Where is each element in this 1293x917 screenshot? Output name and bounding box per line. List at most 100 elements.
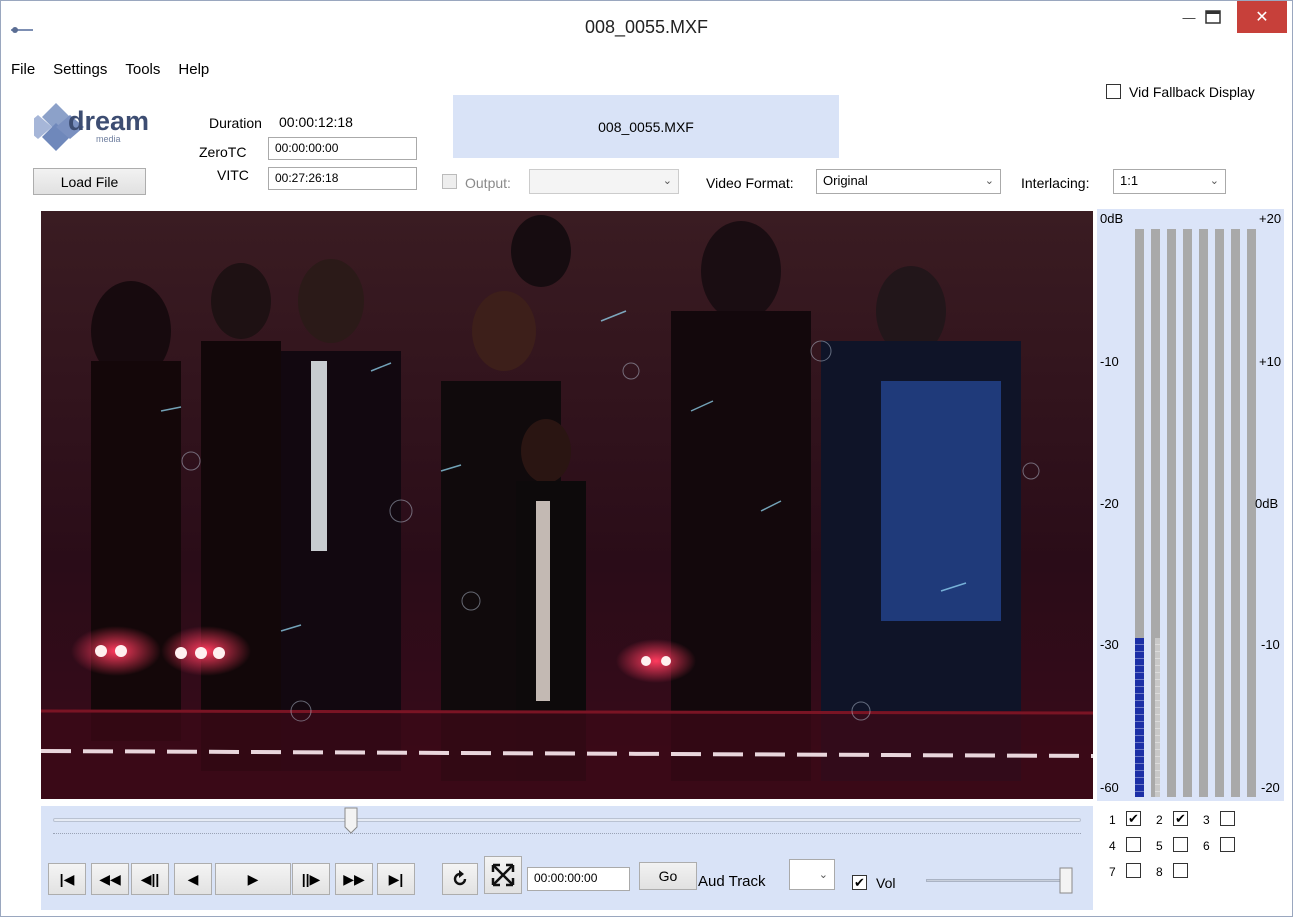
logo-text: dream (68, 106, 149, 136)
channel-1-checkbox[interactable]: ✔ (1126, 811, 1141, 826)
zerotc-label: ZeroTC (199, 144, 247, 160)
video-format-select[interactable]: Original ⌄ (816, 169, 1001, 194)
position-slider-ticks (53, 833, 1081, 837)
meter-level-fill (1135, 638, 1144, 797)
chevron-down-icon: ⌄ (1209, 175, 1219, 187)
close-icon: ✕ (1255, 9, 1269, 26)
menu-settings[interactable]: Settings (44, 57, 116, 83)
channel-8-checkbox[interactable] (1173, 863, 1188, 878)
channel-num: 8 (1156, 865, 1163, 879)
channel-3-checkbox[interactable] (1220, 811, 1235, 826)
title-bar: 008_0055.MXF — ✕ (1, 1, 1292, 53)
meter-channel-bar (1215, 229, 1224, 797)
vid-fallback-checkbox[interactable] (1106, 84, 1121, 99)
volume-slider-thumb[interactable] (1059, 867, 1073, 894)
meter-right-label: +10 (1259, 354, 1282, 369)
position-slider-track[interactable] (53, 818, 1081, 822)
meter-channel-bar (1183, 229, 1192, 797)
meter-left-label: -10 (1100, 354, 1119, 369)
channel-6-checkbox[interactable] (1220, 837, 1235, 852)
fast-forward-icon: ▶▶ (343, 870, 365, 887)
meter-left-label: -30 (1100, 637, 1119, 652)
video-preview[interactable] (41, 211, 1093, 799)
maximize-button[interactable] (1191, 1, 1235, 33)
go-button[interactable]: Go (639, 862, 697, 890)
skip-end-icon: ▶| (388, 870, 404, 887)
video-frame-image (41, 211, 1093, 799)
duration-value: 00:00:12:18 (279, 114, 353, 130)
chevron-down-icon: ⌄ (818, 869, 828, 881)
channel-num: 3 (1203, 813, 1210, 827)
step-back-button[interactable]: ◀|| (131, 863, 169, 895)
menu-file[interactable]: File (1, 57, 44, 83)
load-file-button[interactable]: Load File (33, 168, 146, 195)
duration-label: Duration (209, 115, 262, 131)
fullscreen-button[interactable] (484, 856, 522, 894)
logo-subtext: media (96, 134, 121, 144)
rewind-icon: ◀◀ (99, 870, 121, 887)
video-format-label: Video Format: (706, 175, 794, 191)
channel-num: 7 (1109, 865, 1116, 879)
meter-right-label: -20 (1261, 780, 1280, 795)
meter-right-label: +20 (1259, 211, 1282, 226)
goto-timecode-field[interactable]: 00:00:00:00 (527, 867, 630, 891)
window-title: 008_0055.MXF (584, 17, 709, 37)
channel-4-checkbox[interactable] (1126, 837, 1141, 852)
maximize-icon (1205, 10, 1221, 24)
meter-left-label: -60 (1100, 780, 1119, 795)
meter-channel-bar (1231, 229, 1240, 797)
file-name-text: 008_0055.MXF (598, 118, 694, 135)
logo-mark: dream media (24, 103, 149, 151)
chevron-down-icon: ⌄ (662, 175, 672, 187)
meter-channel-bar (1199, 229, 1208, 797)
zerotc-field[interactable]: 00:00:00:00 (268, 137, 417, 160)
step-forward-button[interactable]: ||▶ (292, 863, 330, 895)
close-button[interactable]: ✕ (1237, 1, 1287, 33)
vol-label: Vol (876, 875, 896, 891)
play-icon: ▶ (247, 870, 259, 887)
aud-track-select[interactable]: ⌄ (789, 859, 835, 890)
volume-slider-track[interactable] (926, 879, 1066, 882)
meter-left-label: -20 (1100, 496, 1119, 511)
meter-level-fill (1155, 638, 1160, 797)
channel-num: 2 (1156, 813, 1163, 827)
channel-5-checkbox[interactable] (1173, 837, 1188, 852)
first-frame-button[interactable]: |◀ (48, 863, 86, 895)
meter-right-label: -10 (1261, 637, 1280, 652)
loop-button[interactable] (442, 863, 478, 895)
fast-forward-button[interactable]: ▶▶ (335, 863, 373, 895)
chevron-down-icon: ⌄ (984, 175, 994, 187)
menu-bar: File Settings Tools Help (1, 57, 218, 83)
back-icon: ◀ (187, 870, 199, 887)
xdream-logo: dream media (24, 97, 164, 159)
expand-icon (491, 863, 515, 887)
channel-num: 4 (1109, 839, 1116, 853)
aud-track-label: Aud Track (698, 873, 766, 890)
rewind-button[interactable]: ◀◀ (91, 863, 129, 895)
play-button[interactable]: ▶ (215, 863, 291, 895)
channel-2-checkbox[interactable]: ✔ (1173, 811, 1188, 826)
menu-help[interactable]: Help (169, 57, 218, 83)
skip-start-icon: |◀ (59, 870, 75, 887)
step-back-icon: ◀|| (140, 870, 160, 887)
meter-channel-bar (1167, 229, 1176, 797)
interlacing-select[interactable]: 1:1 ⌄ (1113, 169, 1226, 194)
app-window: 008_0055.MXF — ✕ File Settings Tools Hel… (0, 0, 1293, 917)
loop-icon (453, 870, 467, 886)
position-slider-thumb[interactable] (344, 807, 358, 834)
output-checkbox[interactable] (442, 174, 457, 189)
output-select[interactable]: ⌄ (529, 169, 679, 194)
menu-tools[interactable]: Tools (116, 57, 169, 83)
step-forward-icon: ||▶ (301, 870, 321, 887)
meter-channel-bar (1247, 229, 1256, 797)
meter-right-label: 0dB (1255, 496, 1279, 511)
channel-num: 6 (1203, 839, 1210, 853)
vitc-field[interactable]: 00:27:26:18 (268, 167, 417, 190)
channel-7-checkbox[interactable] (1126, 863, 1141, 878)
last-frame-button[interactable]: ▶| (377, 863, 415, 895)
file-name-banner: 008_0055.MXF (453, 95, 839, 158)
vid-fallback-label: Vid Fallback Display (1129, 84, 1255, 100)
channel-num: 5 (1156, 839, 1163, 853)
vol-checkbox[interactable]: ✔ (852, 875, 867, 890)
back-button[interactable]: ◀ (174, 863, 212, 895)
